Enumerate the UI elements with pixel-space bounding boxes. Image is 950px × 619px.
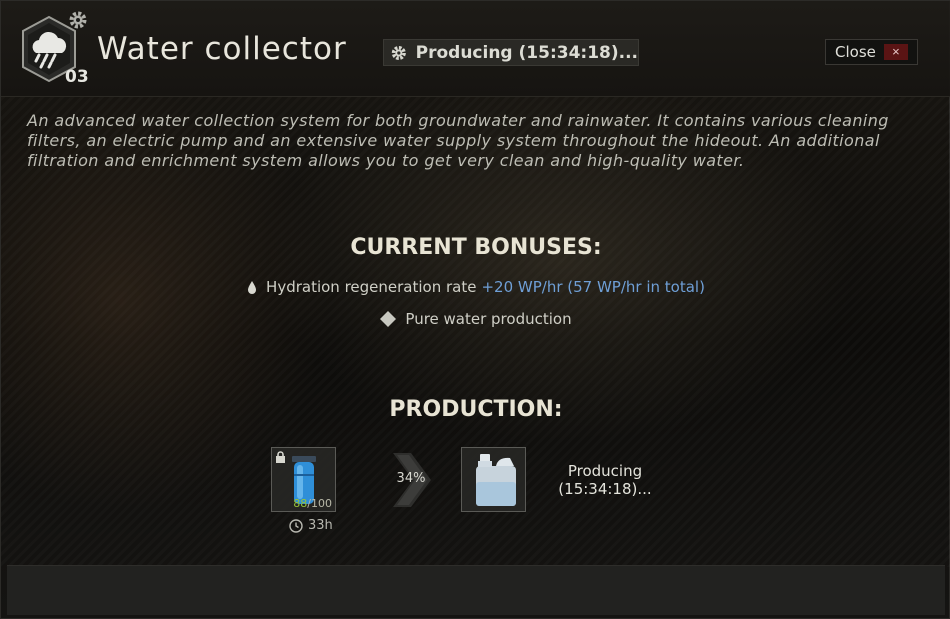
bonus-label: Pure water production <box>405 310 572 328</box>
module-level: 03 <box>65 67 89 87</box>
production-status-timer: (15:34:18)... <box>558 480 652 498</box>
close-button[interactable]: Close × <box>825 39 918 65</box>
production-heading: PRODUCTION: <box>389 397 563 422</box>
production-status: Producing (15:34:18)... <box>549 462 661 498</box>
item-count: 88/100 <box>293 497 332 510</box>
bonus-item: Hydration regeneration rate +20 WP/hr (5… <box>1 278 950 296</box>
clock-icon <box>289 518 303 533</box>
current-bonuses-heading: CURRENT BONUSES: <box>350 235 602 260</box>
bonus-label: Hydration regeneration rate <box>266 278 477 296</box>
water-drop-icon <box>247 280 257 294</box>
bonus-item: Pure water production <box>1 310 950 328</box>
production-progress: 34% <box>396 471 426 486</box>
module-window: 03 Water collector Producing (15:34:18).… <box>0 0 950 619</box>
production-status-pill: Producing (15:34:18)... <box>383 39 639 66</box>
production-status-line: Producing <box>567 462 643 480</box>
water-canister-icon <box>476 454 516 506</box>
module-description: An advanced water collection system for … <box>27 111 889 170</box>
bonus-value: +20 WP/hr (57 WP/hr in total) <box>481 278 705 296</box>
gear-icon <box>69 11 87 29</box>
output-item-slot[interactable] <box>461 447 526 512</box>
production-time-value: 33h <box>308 518 333 533</box>
production-time: 33h <box>289 518 333 533</box>
diamond-icon <box>380 311 397 327</box>
input-item-slot[interactable]: 88/100 <box>271 447 336 512</box>
window-header: 03 Water collector Producing (15:34:18).… <box>1 1 950 97</box>
close-icon: × <box>883 44 908 60</box>
window-footer <box>7 565 945 615</box>
close-label: Close <box>835 43 876 61</box>
module-title: Water collector <box>97 31 347 67</box>
production-status-text: Producing (15:34:18)... <box>415 42 638 63</box>
gear-icon <box>391 45 406 60</box>
